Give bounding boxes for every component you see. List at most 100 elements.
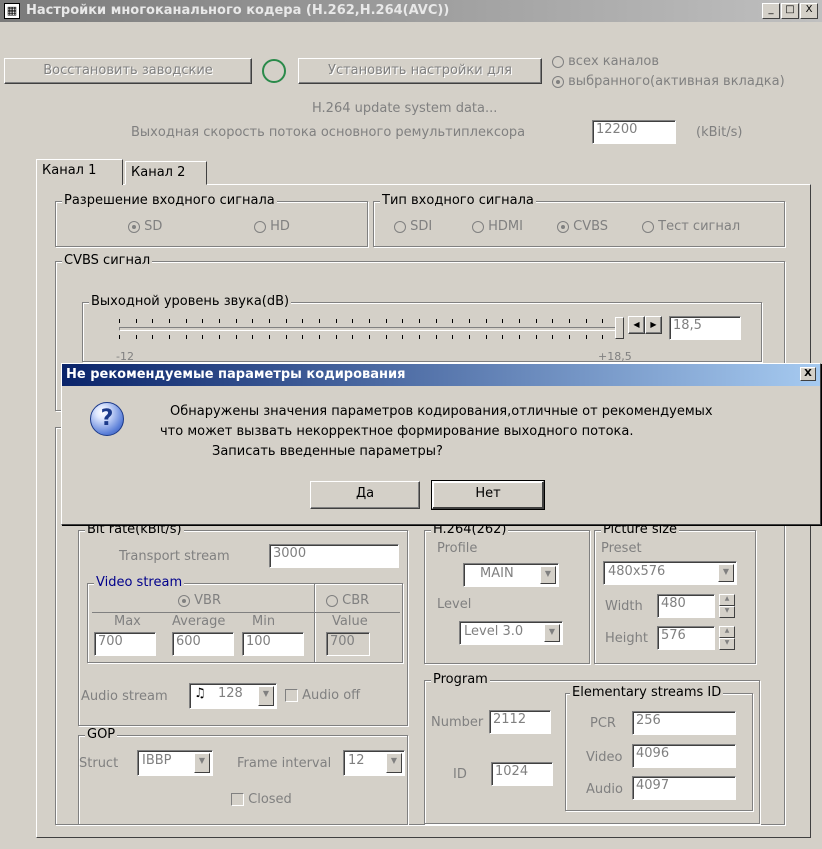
type-hdmi-radio[interactable]: HDMI [472, 219, 523, 234]
slider-tick [286, 335, 287, 339]
minimize-button[interactable]: _ [762, 3, 780, 19]
dialog-title-bar[interactable]: Не рекомендуемые параметры кодирования X [62, 364, 820, 386]
program-id-input[interactable]: 1024 [491, 762, 553, 786]
video-cbr-value-input[interactable]: 700 [326, 632, 370, 656]
type-sdi-circle[interactable] [394, 220, 406, 233]
video-max-input[interactable]: 700 [94, 632, 156, 656]
video-pid-input[interactable]: 4096 [632, 744, 736, 768]
slider-tick [502, 319, 503, 323]
slider-tick [486, 335, 487, 339]
scope-all-radio-circle[interactable] [552, 55, 564, 68]
type-test-radio[interactable]: Тест сигнал [642, 219, 740, 234]
scope-selected-radio-circle[interactable] [552, 75, 564, 88]
chevron-down-icon[interactable]: ▼ [544, 624, 560, 642]
max-label: Max [114, 614, 141, 629]
type-cvbs-circle[interactable] [557, 220, 569, 233]
type-hdmi-circle[interactable] [472, 220, 484, 233]
cbr-radio[interactable]: CBR [326, 593, 369, 608]
vbr-radio-circle[interactable] [178, 594, 190, 607]
tab-channel-1[interactable]: Канал 1 [36, 159, 123, 185]
width-spinner[interactable]: ▲ ▼ [719, 594, 735, 618]
audio-off-check[interactable] [285, 689, 298, 702]
slider-tick [519, 319, 520, 323]
chevron-down-icon[interactable]: ▼ [386, 753, 402, 773]
closed-check[interactable] [231, 793, 244, 806]
slider-tick [452, 319, 453, 323]
slider-left-arrow[interactable]: ◀ [628, 316, 645, 334]
level-label: Level [437, 597, 472, 612]
video-average-input[interactable]: 600 [172, 632, 234, 656]
slider-tick [319, 335, 320, 339]
close-button[interactable]: X [800, 3, 818, 19]
input-resolution-group: Разрешение входного сигнала SD HD [55, 193, 368, 247]
program-number-input[interactable]: 2112 [489, 710, 551, 734]
scope-all-radio[interactable]: всех каналов [552, 54, 659, 69]
width-input[interactable]: 480 [657, 594, 715, 618]
resolution-hd-circle[interactable] [254, 220, 266, 233]
video-stream-divider [314, 584, 315, 662]
type-sdi-radio[interactable]: SDI [394, 219, 432, 234]
chevron-down-icon[interactable]: ▼ [258, 686, 274, 706]
slider-tick [586, 335, 587, 339]
video-stream-legend: Video stream [94, 575, 185, 590]
slider-tick [202, 319, 203, 323]
restore-defaults-button[interactable]: Восстановить заводские [4, 58, 252, 84]
profile-value: MAIN [480, 566, 514, 581]
cbr-label: CBR [342, 593, 370, 608]
type-test-circle[interactable] [642, 220, 654, 233]
scope-selected-radio[interactable]: выбранного(активная вкладка) [552, 74, 785, 89]
audio-off-checkbox[interactable]: Audio off [285, 688, 360, 703]
vbr-radio[interactable]: VBR [178, 593, 221, 608]
audio-level-input[interactable]: 18,5 [669, 316, 741, 340]
slider-tick [369, 335, 370, 339]
chevron-down-icon[interactable]: ▼ [194, 753, 210, 773]
slider-tick [252, 335, 253, 339]
audio-level-slider-track[interactable] [119, 327, 619, 331]
chevron-down-icon[interactable]: ▼ [718, 564, 734, 582]
audio-level-group: Выходной уровень звука(dB) ◀ ▶ 18,5 -12 … [82, 294, 762, 363]
dialog-close-button[interactable]: X [800, 367, 816, 381]
type-cvbs-radio[interactable]: CVBS [557, 219, 608, 234]
slider-right-arrow[interactable]: ▶ [645, 316, 662, 334]
tab-channel-2[interactable]: Канал 2 [125, 161, 207, 185]
gop-legend: GOP [85, 727, 118, 742]
audio-pid-input[interactable]: 4097 [632, 776, 736, 800]
maximize-button[interactable]: □ [781, 3, 799, 19]
closed-checkbox[interactable]: Closed [231, 792, 292, 807]
update-status-text: H.264 update system data... [312, 101, 498, 116]
slider-tick [236, 335, 237, 339]
audio-level-slider-thumb[interactable] [615, 317, 624, 339]
encoder-app-icon[interactable]: ▦ [4, 3, 20, 19]
struct-select[interactable]: IBBP ▼ [137, 750, 213, 776]
slider-tick [436, 319, 437, 323]
pcr-input[interactable]: 256 [632, 711, 736, 735]
width-label: Width [605, 599, 643, 614]
video-min-input[interactable]: 100 [242, 632, 304, 656]
resolution-sd-circle[interactable] [128, 220, 140, 233]
closed-label: Closed [248, 792, 292, 807]
resolution-hd-radio[interactable]: HD [254, 219, 290, 234]
title-bar[interactable]: ▦ Настройки многоканального кодера (H.26… [0, 0, 822, 22]
chevron-down-icon[interactable]: ▼ [540, 566, 556, 584]
resolution-sd-radio[interactable]: SD [128, 219, 162, 234]
slider-tick [569, 335, 570, 339]
height-spinner[interactable]: ▲ ▼ [719, 626, 735, 650]
slider-tick [352, 335, 353, 339]
transport-stream-input[interactable]: 3000 [269, 544, 399, 568]
height-input[interactable]: 576 [657, 626, 715, 650]
slider-tick [269, 319, 270, 323]
level-select[interactable]: Level 3.0 ▼ [459, 621, 563, 645]
es-id-group: Elementary streams ID PCR 256 Video 4096… [565, 685, 753, 811]
dialog-yes-button[interactable]: Да [310, 481, 420, 509]
resolution-sd-label: SD [144, 219, 163, 234]
preset-select[interactable]: 480x576 ▼ [603, 561, 737, 585]
profile-select[interactable]: MAIN ▼ [463, 563, 559, 587]
audio-stream-select[interactable]: ♫ 128 ▼ [189, 683, 277, 709]
cbr-radio-circle[interactable] [326, 594, 338, 607]
slider-tick [602, 319, 603, 323]
bitrate-input[interactable]: 12200 [592, 120, 676, 144]
slider-tick [119, 335, 120, 339]
apply-settings-button[interactable]: Установить настройки для [298, 58, 542, 84]
dialog-no-button[interactable]: Нет [431, 480, 545, 510]
frame-interval-select[interactable]: 12 ▼ [343, 750, 405, 776]
